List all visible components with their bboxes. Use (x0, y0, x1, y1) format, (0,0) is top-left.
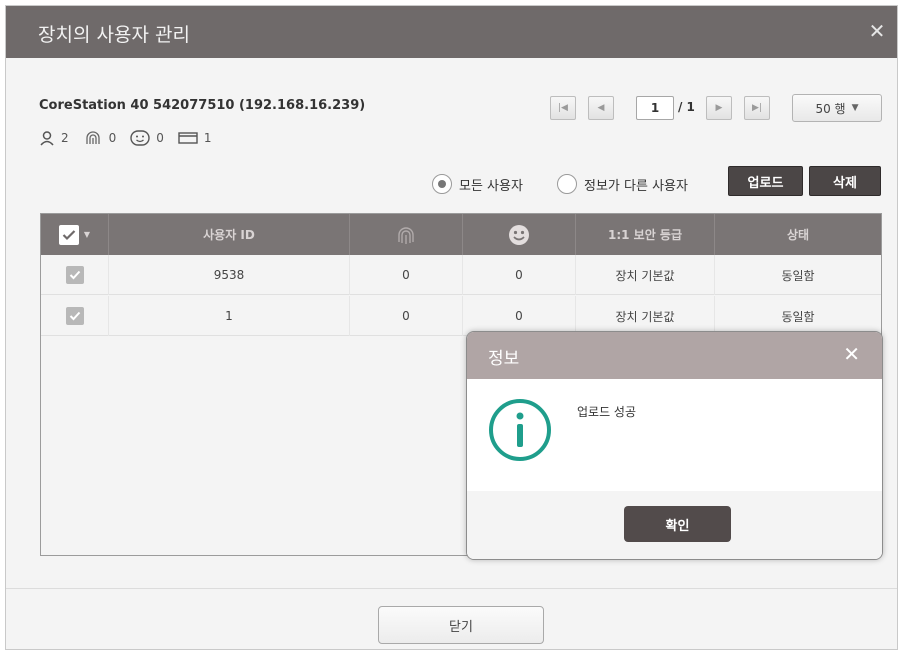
device-counts: 2 0 0 1 (39, 128, 226, 148)
info-icon (489, 399, 551, 461)
radio-all-users[interactable]: 모든 사용자 (432, 172, 523, 196)
message-box-titlebar: 정보 ✕ (467, 332, 882, 379)
table-row[interactable]: 1 0 0 장치 기본값 동일함 (41, 296, 881, 336)
card-icon (178, 132, 198, 144)
table-row[interactable]: 9538 0 0 장치 기본값 동일함 (41, 255, 881, 295)
column-status[interactable]: 상태 (715, 214, 881, 255)
card-count-value: 1 (203, 131, 212, 145)
fingerprint-icon (398, 226, 414, 244)
radio-different-users-label: 정보가 다른 사용자 (584, 178, 688, 194)
fingerprint-count: 0 (83, 130, 117, 146)
message-box-close-button[interactable]: ✕ (843, 342, 860, 366)
radio-all-users-label: 모든 사용자 (459, 178, 523, 194)
fingerprint-count-value: 0 (108, 131, 117, 145)
dialog-close-button[interactable]: ✕ (865, 19, 889, 43)
user-count-value: 2 (61, 131, 69, 145)
delete-button[interactable]: 삭제 (809, 166, 881, 196)
row-checkbox[interactable] (65, 307, 84, 325)
check-icon (69, 270, 80, 280)
fingerprint-icon (85, 131, 100, 144)
rows-per-page-select[interactable]: 50 행 ▼ (792, 94, 882, 122)
column-security-level[interactable]: 1:1 보안 등급 (576, 214, 715, 255)
first-page-button[interactable]: |◀ (550, 96, 576, 120)
device-name: CoreStation 40 542077510 (192.168.16.239… (39, 98, 366, 113)
footer-divider (6, 588, 897, 589)
close-button[interactable]: 닫기 (378, 606, 544, 644)
info-message-box: 정보 ✕ 업로드 성공 확인 (466, 331, 883, 560)
cell-security-level: 장치 기본값 (576, 255, 715, 295)
cell-face: 0 (463, 255, 576, 295)
cell-fingerprint: 0 (350, 296, 463, 336)
row-select-cell[interactable] (41, 255, 109, 295)
chevron-down-icon: ▼ (851, 103, 859, 113)
user-icon (40, 131, 54, 146)
cell-status: 동일함 (781, 309, 815, 324)
select-all-checkbox[interactable] (58, 224, 79, 245)
select-menu-caret-icon[interactable]: ▼ (84, 230, 90, 239)
face-icon (130, 130, 150, 146)
dialog-title: 장치의 사용자 관리 (38, 24, 190, 46)
page-total: / 1 (678, 100, 695, 114)
rows-per-page-value: 50 행 (815, 101, 846, 116)
table-header: ▼ 사용자 ID 1:1 보안 등급 상태 (41, 214, 881, 255)
prev-page-icon: ◀ (597, 103, 605, 113)
card-count: 1 (178, 131, 212, 145)
select-all-header[interactable]: ▼ (41, 214, 109, 255)
cell-fingerprint: 0 (350, 255, 463, 295)
row-checkbox[interactable] (65, 266, 84, 284)
message-box-title: 정보 (488, 349, 520, 369)
row-select-cell[interactable] (41, 296, 109, 336)
column-user-id[interactable]: 사용자 ID (109, 214, 350, 255)
message-box-body: 업로드 성공 (467, 379, 882, 491)
check-icon (62, 229, 76, 240)
cell-face: 0 (463, 296, 576, 336)
page-number-input[interactable]: 1 (636, 96, 674, 120)
upload-button[interactable]: 업로드 (728, 166, 803, 196)
radio-selected-dot (438, 180, 446, 188)
cell-security-level: 장치 기본값 (576, 296, 715, 336)
column-fingerprint[interactable] (350, 214, 463, 255)
last-page-icon: ▶| (752, 103, 762, 113)
user-count: 2 (39, 130, 69, 146)
face-count: 0 (130, 130, 164, 146)
check-icon (69, 311, 80, 321)
next-page-button[interactable]: ▶ (706, 96, 732, 120)
cell-user-id: 1 (109, 296, 350, 336)
radio-different-users-circle[interactable] (557, 174, 577, 194)
face-count-value: 0 (156, 131, 164, 145)
last-page-button[interactable]: ▶| (744, 96, 770, 120)
radio-all-users-circle[interactable] (432, 174, 452, 194)
ok-button[interactable]: 확인 (624, 506, 731, 542)
message-text: 업로드 성공 (577, 405, 637, 419)
message-box-footer: 확인 (467, 491, 882, 559)
dialog-titlebar: 장치의 사용자 관리 ✕ (6, 6, 897, 58)
cell-status: 동일함 (781, 268, 815, 283)
cell-user-id: 9538 (109, 255, 350, 295)
column-face[interactable] (463, 214, 576, 255)
radio-different-users[interactable]: 정보가 다른 사용자 (557, 172, 688, 196)
face-icon (509, 224, 529, 245)
next-page-icon: ▶ (715, 103, 723, 113)
first-page-icon: |◀ (558, 103, 568, 113)
prev-page-button[interactable]: ◀ (588, 96, 614, 120)
